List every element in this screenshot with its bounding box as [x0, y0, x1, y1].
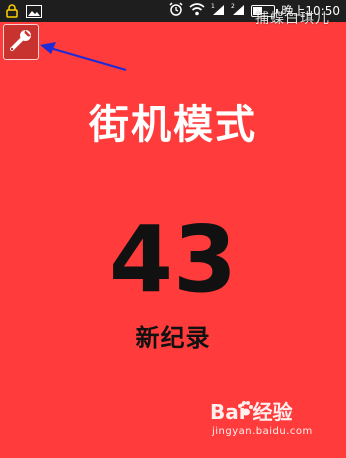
settings-button[interactable]	[3, 24, 39, 60]
score-value: 43	[108, 206, 238, 313]
lock-notification-icon	[6, 3, 18, 22]
svg-text:2: 2	[231, 3, 235, 10]
baidu-paw-icon	[238, 401, 253, 416]
baidu-jingyan-watermark: Bai 经验 jingyan.baidu.com	[210, 396, 320, 437]
svg-text:1: 1	[211, 3, 215, 10]
wrench-icon	[8, 27, 34, 57]
watermark-text: 捕蝶白琪儿	[255, 11, 330, 27]
image-notification-icon	[26, 3, 42, 22]
watermark-url: jingyan.baidu.com	[212, 426, 313, 437]
sim2-signal-icon: 2	[231, 2, 245, 19]
annotation-arrow	[40, 42, 127, 72]
sim1-signal-icon: 1	[211, 2, 225, 19]
game-mode-title: 街机模式	[89, 102, 257, 148]
alarm-icon	[169, 2, 183, 19]
new-record-label: 新纪录	[135, 324, 211, 352]
wifi-icon	[189, 2, 205, 19]
